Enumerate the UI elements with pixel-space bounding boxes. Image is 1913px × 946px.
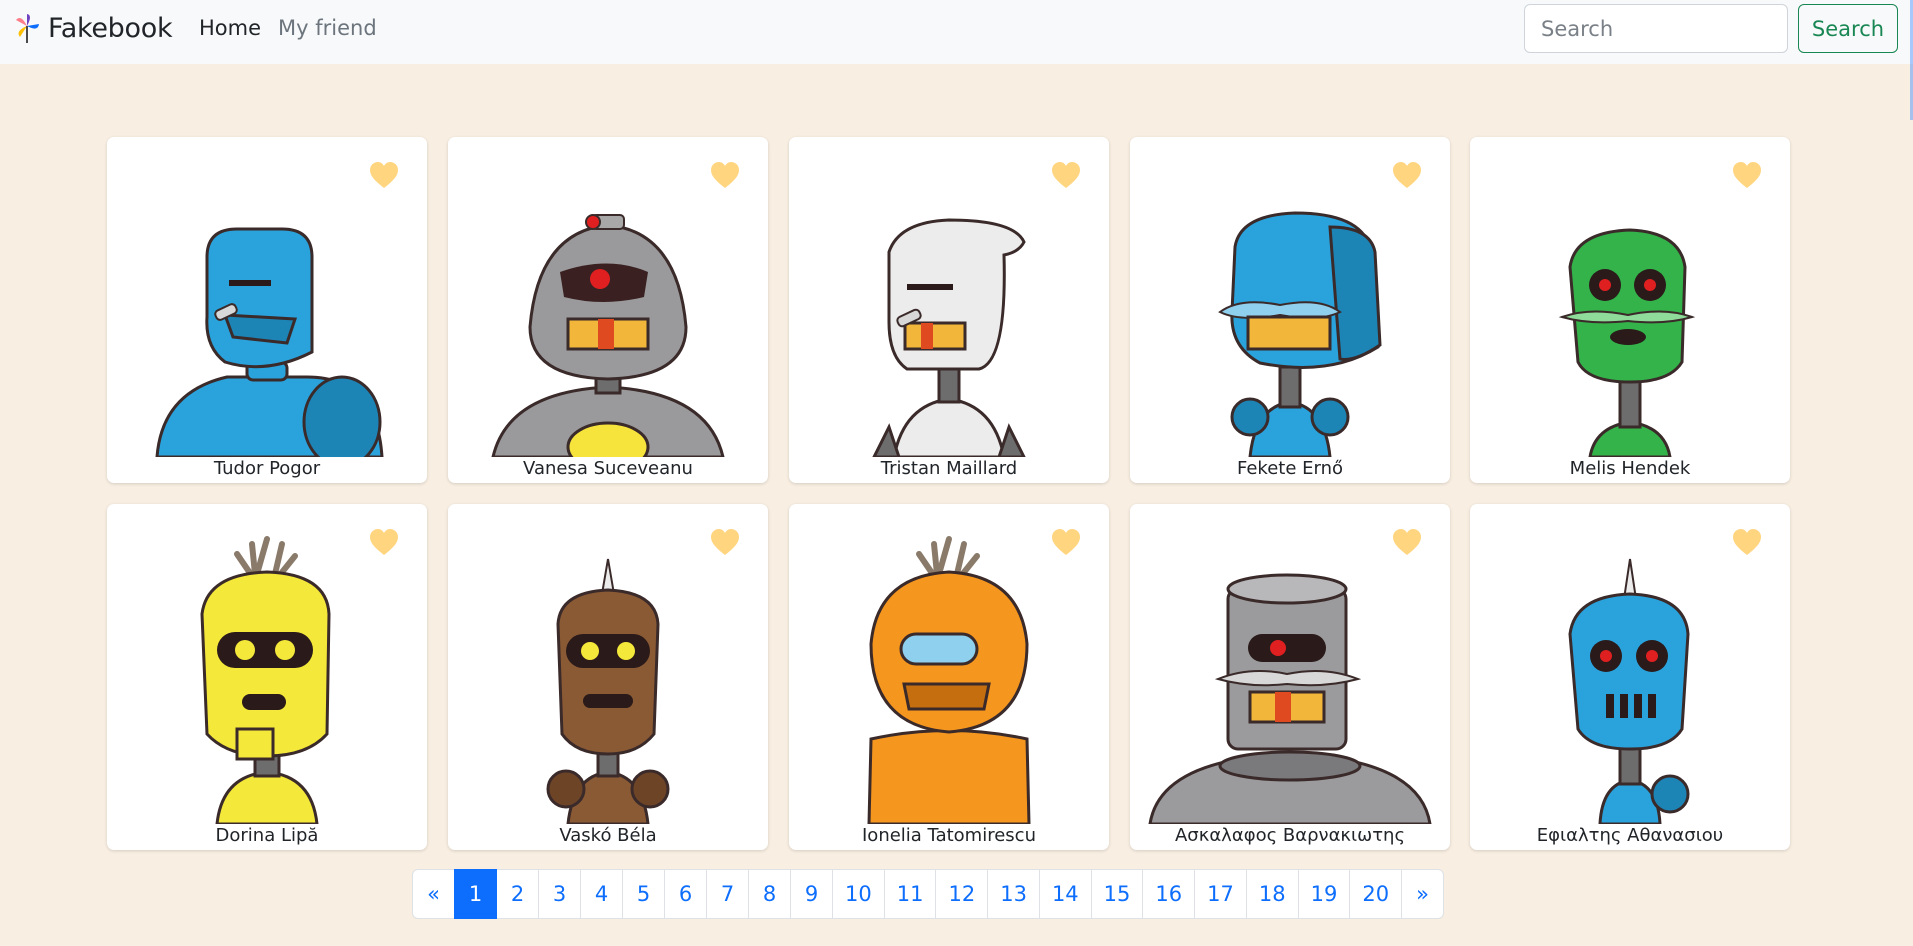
favorite-heart-icon[interactable] (1392, 528, 1422, 558)
page-button[interactable]: 2 (496, 869, 539, 919)
friend-name: Vaskó Béla (559, 825, 657, 846)
page-button[interactable]: 1 (454, 869, 497, 919)
nav-my-friend-link[interactable]: My friend (278, 16, 377, 40)
page-button[interactable]: 12 (935, 869, 989, 919)
pinwheel-logo-icon (16, 14, 39, 43)
page-button[interactable]: 4 (580, 869, 623, 919)
friend-card[interactable]: Ionelia Tatomirescu (789, 504, 1109, 850)
favorite-heart-icon[interactable] (369, 528, 399, 558)
friend-card[interactable]: Ασκαλαφος Βαρνακιωτης (1130, 504, 1450, 850)
page-next-button[interactable]: » (1401, 869, 1445, 919)
page-button[interactable]: 8 (748, 869, 791, 919)
favorite-heart-icon[interactable] (1392, 161, 1422, 191)
navbar: Fakebook Home My friend Search (0, 0, 1913, 64)
friend-name: Vanesa Suceveanu (523, 458, 693, 479)
friend-name: Εφιαλτης Αθανασιου (1536, 825, 1724, 846)
friend-name: Dorina Lipă (215, 825, 319, 846)
friend-card[interactable]: Dorina Lipă (107, 504, 427, 850)
nav-home-link[interactable]: Home (199, 16, 261, 40)
brand-name: Fakebook (48, 12, 173, 44)
favorite-heart-icon[interactable] (1051, 161, 1081, 191)
page-button[interactable]: 7 (706, 869, 749, 919)
favorite-heart-icon[interactable] (369, 161, 399, 191)
friend-card[interactable]: Vaskó Béla (448, 504, 768, 850)
friend-card[interactable]: Tudor Pogor (107, 137, 427, 483)
pagination: « 1 2 3 4 5 6 7 8 9 10 11 12 13 14 15 16… (412, 869, 1445, 919)
page-button[interactable]: 10 (832, 869, 885, 919)
page-button[interactable]: 16 (1142, 869, 1196, 919)
page-button[interactable]: 13 (987, 869, 1040, 919)
friend-name: Tudor Pogor (213, 458, 321, 479)
page-button[interactable]: 18 (1245, 869, 1299, 919)
friend-name: Melis Hendek (1569, 458, 1691, 479)
search-button[interactable]: Search (1798, 4, 1898, 53)
page-button[interactable]: 5 (622, 869, 665, 919)
friend-card[interactable]: Melis Hendek (1470, 137, 1790, 483)
favorite-heart-icon[interactable] (1732, 161, 1762, 191)
page-button[interactable]: 6 (664, 869, 707, 919)
friend-name: Ionelia Tatomirescu (862, 825, 1036, 846)
favorite-heart-icon[interactable] (710, 161, 740, 191)
friend-card[interactable]: Εφιαλτης Αθανασιου (1470, 504, 1790, 850)
page-button[interactable]: 20 (1349, 869, 1403, 919)
page-button[interactable]: 11 (883, 869, 937, 919)
page-button[interactable]: 19 (1297, 869, 1351, 919)
favorite-heart-icon[interactable] (1051, 528, 1081, 558)
brand-link[interactable]: Fakebook (12, 8, 173, 48)
page-button[interactable]: 17 (1194, 869, 1247, 919)
friend-card[interactable]: Tristan Maillard (789, 137, 1109, 483)
page-button[interactable]: 3 (538, 869, 581, 919)
search-input[interactable] (1524, 4, 1788, 53)
page-button[interactable]: 9 (790, 869, 833, 919)
favorite-heart-icon[interactable] (1732, 528, 1762, 558)
friend-name: Ασκαλαφος Βαρνακιωτης (1174, 825, 1406, 846)
friend-card[interactable]: Fekete Ernő (1130, 137, 1450, 483)
page-button[interactable]: 14 (1038, 869, 1092, 919)
friend-name: Fekete Ernő (1236, 458, 1344, 479)
favorite-heart-icon[interactable] (710, 528, 740, 558)
page-prev-button[interactable]: « (412, 869, 455, 919)
friend-card[interactable]: Vanesa Suceveanu (448, 137, 768, 483)
page-button[interactable]: 15 (1090, 869, 1144, 919)
friend-name: Tristan Maillard (880, 458, 1018, 479)
